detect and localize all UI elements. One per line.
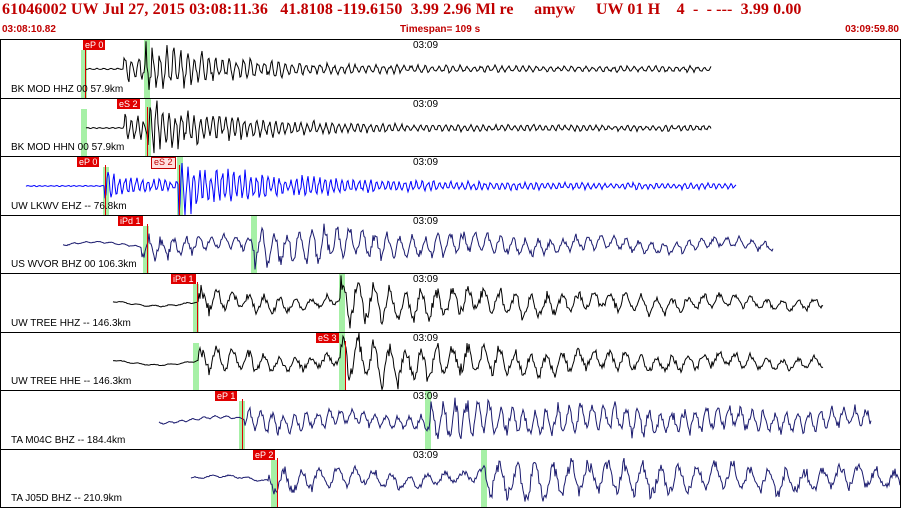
waveform xyxy=(85,41,712,90)
trace-panel[interactable]: eP 0 eS 2 03:09 UW LKWV EHZ -- 76.8km xyxy=(0,156,901,216)
phase-pick-flag[interactable]: eP 2 xyxy=(253,449,276,460)
minute-tick-label: 03:09 xyxy=(413,449,439,461)
waveform xyxy=(112,332,824,390)
waveform-trace xyxy=(112,275,824,329)
phase-pick-flag[interactable]: eP 1 xyxy=(215,391,238,401)
phase-pick-flag[interactable]: eS 2 xyxy=(151,157,176,169)
channel-label: UW TREE HHE -- 146.3km xyxy=(11,376,132,387)
minute-tick-label: 03:09 xyxy=(413,40,439,51)
trace-panel[interactable]: eP 1 03:09 TA M04C BHZ -- 184.4km xyxy=(0,390,901,450)
waveform-trace xyxy=(112,332,824,390)
pick-line xyxy=(147,223,148,274)
end-time: 03:09:59.80 xyxy=(845,24,899,35)
event-summary-title: 61046002 UW Jul 27, 2015 03:08:11.36 41.… xyxy=(2,1,802,18)
pick-line xyxy=(345,340,346,391)
phase-pick-flag[interactable]: eP 0 xyxy=(77,157,100,167)
pick-line xyxy=(197,282,198,332)
phase-pick-flag[interactable]: eP 0 xyxy=(83,40,106,50)
minute-tick-label: 03:09 xyxy=(413,215,439,227)
minute-tick-label: 03:09 xyxy=(413,391,439,402)
phase-pick-flag[interactable]: iPd 1 xyxy=(171,274,196,284)
channel-label: TA J05D BHZ -- 210.9km xyxy=(11,493,122,504)
minute-tick-label: 03:09 xyxy=(413,332,439,344)
channel-label: UW TREE HHZ -- 146.3km xyxy=(11,317,131,329)
start-time: 03:08:10.82 xyxy=(2,24,56,35)
channel-label: TA M04C BHZ -- 184.4km xyxy=(11,434,126,446)
trace-panel[interactable]: eP 0 03:09 BK MOD HHZ 00 57.9km xyxy=(0,39,901,99)
pick-line xyxy=(147,106,148,157)
waveform-trace xyxy=(85,41,712,90)
pick-line xyxy=(242,399,243,449)
minute-tick-label: 03:09 xyxy=(413,157,439,168)
trace-panel[interactable]: eS 2 03:09 BK MOD HHN 00 57.9km xyxy=(0,97,901,157)
phase-pick-flag[interactable]: eS 3 xyxy=(316,332,339,343)
phase-pick-flag[interactable]: eS 2 xyxy=(117,98,140,109)
timespan-label: Timespan= 109 s xyxy=(400,24,481,35)
phase-pick-flag[interactable]: iPd 1 xyxy=(118,215,143,226)
trace-panel[interactable]: iPd 1 03:09 US WVOR BHZ 00 106.3km xyxy=(0,214,901,274)
waveform xyxy=(112,275,824,329)
channel-label: BK MOD HHZ 00 57.9km xyxy=(11,83,124,95)
waveform-trace xyxy=(190,457,900,502)
waveform-trace xyxy=(85,100,712,153)
waveform xyxy=(190,457,900,502)
channel-label: US WVOR BHZ 00 106.3km xyxy=(11,259,137,270)
channel-label: BK MOD HHN 00 57.9km xyxy=(11,142,125,153)
event-header: 61046002 UW Jul 27, 2015 03:08:11.36 41.… xyxy=(0,0,901,24)
time-bar: 03:08:10.82 Timespan= 109 s 03:09:59.80 xyxy=(0,24,901,38)
waveform-trace xyxy=(62,223,774,270)
trace-panel[interactable]: eP 2 03:09 TA J05D BHZ -- 210.9km xyxy=(0,448,901,508)
pick-line xyxy=(277,457,278,508)
minute-tick-label: 03:09 xyxy=(413,98,439,110)
trace-panel[interactable]: iPd 1 03:09 UW TREE HHZ -- 146.3km xyxy=(0,273,901,333)
trace-panel[interactable]: eS 3 03:09 UW TREE HHE -- 146.3km xyxy=(0,331,901,391)
waveform-trace xyxy=(158,397,872,440)
pick-line xyxy=(179,165,180,215)
minute-tick-label: 03:09 xyxy=(413,274,439,285)
seismogram-traces[interactable]: eP 0 03:09 BK MOD HHZ 00 57.9km eS 2 03:09 BK… xyxy=(0,39,901,520)
waveform-trace xyxy=(25,162,737,215)
channel-label: UW LKWV EHZ -- 76.8km xyxy=(11,200,127,212)
waveform xyxy=(25,162,737,215)
waveform xyxy=(158,397,872,440)
